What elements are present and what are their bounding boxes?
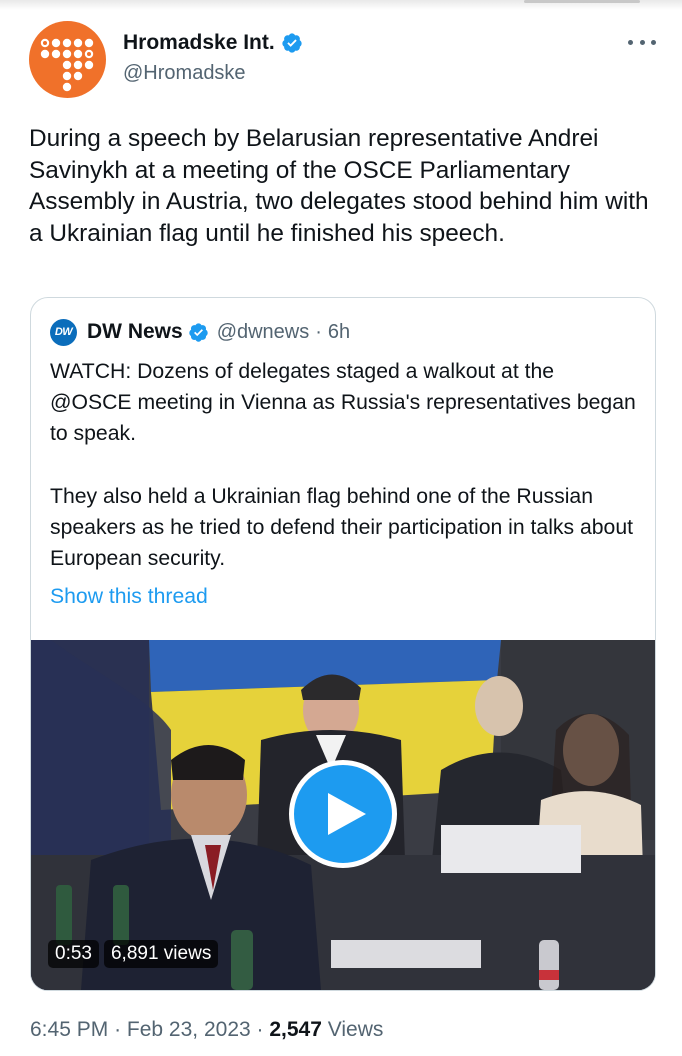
hromadske-logo: [40, 38, 94, 92]
tweet-time[interactable]: 6:45 PM: [30, 1018, 108, 1041]
quoted-tweet-paragraph-1: WATCH: Dozens of delegates staged a walk…: [50, 360, 636, 446]
author-handle[interactable]: @Hromadske: [123, 61, 246, 85]
quoted-tweet[interactable]: DW DW News @dwnews · 6h WATCH: Dozens of…: [30, 297, 656, 991]
verified-badge-icon: [282, 33, 302, 53]
quoted-tweet-age[interactable]: 6h: [328, 321, 350, 344]
views-label: Views: [327, 1018, 384, 1041]
author-name-text[interactable]: Hromadske Int.: [123, 30, 275, 56]
video-player[interactable]: 0:53 6,891 views: [31, 640, 655, 990]
verified-badge-icon: [188, 322, 208, 342]
video-duration: 0:53: [48, 940, 99, 968]
quoted-tweet-header: DW DW News @dwnews · 6h: [50, 318, 350, 346]
quoted-author-handle[interactable]: @dwnews: [217, 321, 310, 344]
window-top-edge: [0, 0, 682, 10]
tweet-date[interactable]: Feb 23, 2023: [127, 1018, 251, 1041]
tweet-text: During a speech by Belarusian representa…: [29, 125, 649, 247]
view-count[interactable]: 2,547: [269, 1018, 322, 1041]
video-meta: 0:53 6,891 views: [48, 940, 219, 968]
play-icon: [328, 793, 366, 835]
play-button[interactable]: [289, 760, 397, 868]
author-name[interactable]: Hromadske Int.: [123, 30, 303, 56]
dw-news-avatar[interactable]: DW: [50, 318, 77, 346]
video-views: 6,891 views: [103, 940, 219, 968]
separator-dot: ·: [256, 1018, 264, 1041]
top-handle: [524, 0, 640, 3]
separator-dot: ·: [114, 1018, 122, 1041]
dw-logo-text: DW: [54, 326, 73, 338]
more-options-icon[interactable]: [628, 32, 656, 52]
quoted-author-name[interactable]: DW News: [87, 320, 183, 344]
quoted-tweet-paragraph-2: They also held a Ukrainian flag behind o…: [50, 485, 634, 571]
tweet-metadata: 6:45 PM · Feb 23, 2023 · 2,547 Views: [30, 1016, 383, 1044]
show-thread-link[interactable]: Show this thread: [50, 582, 208, 612]
author-avatar[interactable]: [29, 21, 106, 98]
separator-dot: ·: [315, 320, 322, 343]
